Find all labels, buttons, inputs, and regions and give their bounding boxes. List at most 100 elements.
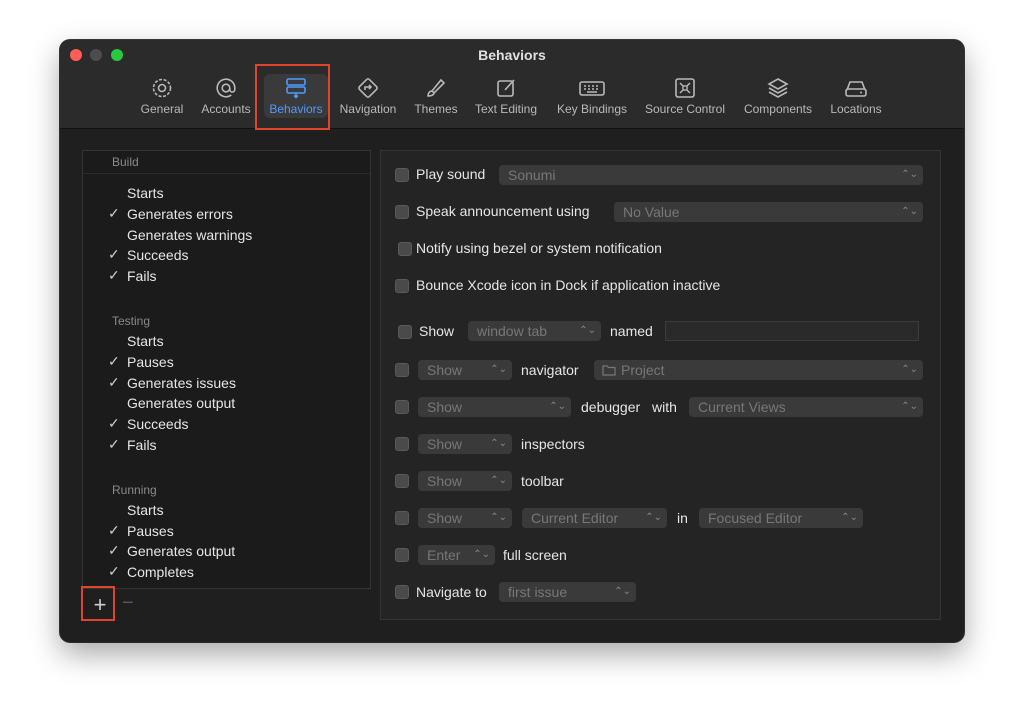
at-icon (216, 78, 236, 98)
chevron-updown-icon: ⌃⌄ (841, 512, 858, 523)
title-bar: Behaviors General Accounts Behaviors Nav… (60, 40, 964, 129)
brush-icon (427, 78, 446, 97)
tab-navigation[interactable]: Navigation (336, 74, 400, 118)
list-item[interactable]: Starts (83, 184, 370, 204)
chevron-updown-icon: ⌃⌄ (490, 512, 507, 523)
chevron-updown-icon: ⌃⌄ (490, 475, 507, 486)
section-header-testing: Testing (83, 310, 370, 332)
speak-checkbox[interactable] (395, 205, 409, 219)
tab-components[interactable]: Components (740, 74, 816, 118)
tab-label: Text Editing (474, 102, 538, 116)
list-item[interactable]: ✓ Generates output (83, 542, 370, 562)
tab-source-control[interactable]: Source Control (641, 74, 729, 118)
drive-icon (845, 81, 867, 97)
voice-select[interactable]: No Value ⌃⌄ (614, 202, 923, 222)
text-editing-icon (497, 79, 515, 97)
editor-checkbox[interactable] (395, 511, 409, 525)
list-item[interactable]: Generates warnings (83, 226, 370, 246)
section-header-build: Build (83, 151, 370, 174)
tab-accounts[interactable]: Accounts (198, 74, 254, 118)
behaviors-sidebar[interactable]: Build Starts ✓ Generates errors Generates… (82, 150, 371, 620)
item-label: Generates errors (127, 206, 233, 222)
list-item[interactable]: ✓ Completes (83, 563, 370, 583)
tab-locations[interactable]: Locations (826, 74, 886, 118)
item-label: Pauses (127, 354, 174, 370)
list-item[interactable]: Generates output (83, 394, 370, 414)
inspectors-checkbox[interactable] (395, 437, 409, 451)
navigate-checkbox[interactable] (395, 585, 409, 599)
select-value: Show (427, 436, 463, 452)
tab-label: Components (743, 102, 813, 116)
section-title: Running (112, 483, 157, 497)
select-value: Show (427, 362, 463, 378)
behavior-settings-pane: Play sound Sonumi ⌃⌄ Speak announcement u… (380, 150, 941, 620)
select-value: first issue (508, 584, 568, 600)
select-value: No Value (623, 204, 680, 220)
focused-editor-select[interactable]: Focused Editor ⌃⌄ (699, 508, 863, 528)
sidebar-footer: + − (82, 588, 371, 621)
source-control-icon (675, 78, 695, 98)
list-item[interactable]: ✓ Fails (83, 436, 370, 456)
item-label: Pauses (127, 523, 174, 539)
navigator-select[interactable]: Project ⌃⌄ (594, 360, 923, 380)
list-item[interactable]: ✓ Generates errors (83, 205, 370, 225)
toolbar-label: toolbar (521, 473, 564, 489)
section-title: Build (112, 155, 139, 169)
in-label: in (677, 510, 688, 526)
list-item[interactable]: ✓ Pauses (83, 522, 370, 542)
checkmark-icon: ✓ (108, 436, 120, 452)
navigator-show-select[interactable]: Show ⌃⌄ (418, 360, 512, 380)
tab-text-editing[interactable]: Text Editing (471, 74, 541, 118)
section-title: Testing (112, 314, 151, 328)
fullscreen-select[interactable]: Enter ⌃⌄ (418, 545, 495, 565)
chevron-updown-icon: ⌃⌄ (901, 364, 918, 375)
item-label: Succeeds (127, 416, 189, 432)
show-label: Show (419, 323, 455, 339)
window-tab-select[interactable]: window tab ⌃⌄ (468, 321, 601, 341)
fullscreen-checkbox[interactable] (395, 548, 409, 562)
select-value: Show (427, 473, 463, 489)
editor-show-select[interactable]: Show ⌃⌄ (418, 508, 512, 528)
list-item[interactable]: ✓ Succeeds (83, 246, 370, 266)
list-item[interactable]: Starts (83, 501, 370, 521)
debugger-checkbox[interactable] (395, 400, 409, 414)
tab-label: Key Bindings (556, 102, 628, 116)
chevron-updown-icon: ⌃⌄ (614, 586, 631, 597)
gear-icon (152, 78, 172, 98)
tab-name-field[interactable] (665, 321, 919, 341)
select-value: Current Editor (531, 510, 619, 526)
play-sound-label: Play sound (416, 166, 486, 182)
fullscreen-label: full screen (503, 547, 567, 563)
folder-icon (602, 365, 616, 376)
debugger-views-select[interactable]: Current Views ⌃⌄ (689, 397, 923, 417)
tab-key-bindings[interactable]: Key Bindings (552, 74, 632, 118)
sound-select[interactable]: Sonumi ⌃⌄ (499, 165, 923, 185)
tab-general[interactable]: General (138, 74, 186, 118)
item-label: Completes (127, 564, 194, 580)
toolbar-show-select[interactable]: Show ⌃⌄ (418, 471, 512, 491)
tab-themes[interactable]: Themes (411, 74, 461, 118)
show-tab-checkbox[interactable] (398, 325, 412, 339)
remove-behavior-button[interactable]: − (122, 592, 134, 615)
list-item[interactable]: ✓ Succeeds (83, 415, 370, 435)
inspectors-show-select[interactable]: Show ⌃⌄ (418, 434, 512, 454)
notify-checkbox[interactable] (398, 242, 412, 256)
select-value: Current Views (698, 399, 786, 415)
debugger-show-select[interactable]: Show ⌃⌄ (418, 397, 571, 417)
checkmark-icon: ✓ (108, 205, 120, 221)
list-item[interactable]: ✓ Generates issues (83, 374, 370, 394)
current-editor-select[interactable]: Current Editor ⌃⌄ (522, 508, 667, 528)
checkmark-icon: ✓ (108, 415, 120, 431)
navigate-select[interactable]: first issue ⌃⌄ (499, 582, 636, 602)
bounce-checkbox[interactable] (395, 279, 409, 293)
tab-label: Accounts (201, 102, 251, 116)
chevron-updown-icon: ⌃⌄ (579, 325, 596, 336)
toolbar-checkbox[interactable] (395, 474, 409, 488)
select-value: window tab (477, 323, 548, 339)
list-item[interactable]: ✓ Fails (83, 267, 370, 287)
list-item[interactable]: Starts (83, 332, 370, 352)
list-item[interactable]: ✓ Pauses (83, 353, 370, 373)
navigator-checkbox[interactable] (395, 363, 409, 377)
play-sound-checkbox[interactable] (395, 168, 409, 182)
chevron-updown-icon: ⌃⌄ (549, 401, 566, 412)
